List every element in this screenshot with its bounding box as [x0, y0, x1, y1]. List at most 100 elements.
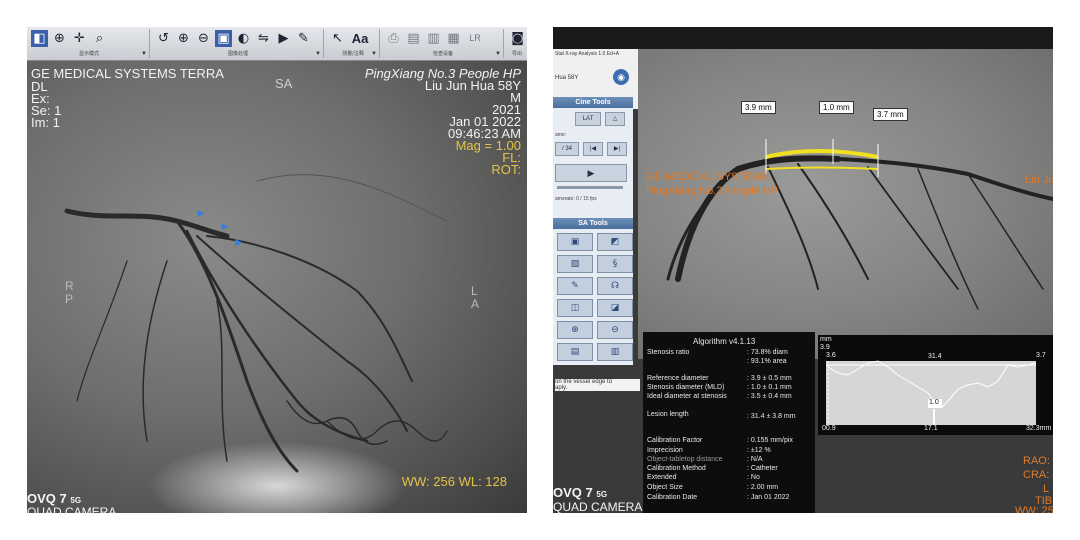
contour-icon[interactable]: ▧ [557, 255, 593, 273]
segment-edit-icon[interactable]: ◪ [597, 299, 633, 317]
viewer-toolbar: ◧ ⊕ ✛ ⌕ 显示模式 ▼ ↺ ⊕ ⊖ ▣ ◐ ⇋ ▶ ✎ 图像处理 ▼ ↖ … [27, 27, 527, 61]
view-label: SA [275, 76, 293, 91]
hospital-label: PingXiang No.3 People HP [646, 185, 779, 197]
annotate-icon[interactable]: ✎ [295, 30, 312, 47]
chevron-down-icon[interactable]: ▼ [141, 51, 147, 57]
patient-label: Liu Jun Hua 58Y [424, 78, 521, 93]
orientation-p: P [65, 292, 74, 306]
diameter-profile-graph: mm 3.9 3.6 31.4 3.7 1.0 00.9 17.1 32.3mm [818, 335, 1053, 435]
calib-label: Imprecision [647, 447, 683, 454]
last-frame-icon[interactable]: ▶| [607, 142, 627, 156]
toolbar-group-export: ◙ 导出 [507, 29, 527, 58]
report-icon[interactable]: ▤ [557, 343, 593, 361]
monitor-bezel [553, 27, 1053, 49]
toolbar-group-label: 导出 [511, 51, 522, 57]
ideal-diameter-value: : 3.5 ± 0.4 mm [747, 393, 792, 400]
reference-diameter-value: : 3.9 ± 0.5 mm [747, 375, 792, 382]
lesion-length-label: Lesion length [647, 411, 689, 418]
play-icon[interactable]: ▶ [275, 30, 292, 47]
phone-brand-watermark: OVQ 7 5G [27, 491, 81, 506]
image-label: Im: 1 [31, 115, 60, 130]
lr-toggle[interactable]: LR [465, 30, 485, 47]
zoom-in-icon[interactable]: ⊕ [175, 30, 192, 47]
calib-label: Calibration Factor [647, 437, 703, 444]
frame-label: ame: [555, 132, 567, 138]
l-label: L [1043, 483, 1050, 495]
hint-text: on the vessel edge to aply. [555, 379, 640, 391]
app-title: Stat X-ray Analysis 1.0 Ed+A [555, 51, 620, 57]
zoom-out-icon[interactable]: ⊖ [597, 321, 633, 339]
calib-value: : Jan 01 2022 [747, 494, 790, 501]
frame-input[interactable]: / 34 [555, 142, 579, 156]
orientation-a: A [471, 297, 480, 311]
edge-detect-icon[interactable]: ◩ [597, 233, 633, 251]
measurement-label-left-ref: 3.9 mm [741, 101, 776, 114]
chevron-down-icon[interactable]: ▼ [371, 51, 377, 57]
chevron-down-icon[interactable]: ▼ [315, 51, 321, 57]
play-icon[interactable]: ▶ [555, 164, 627, 182]
cine-slider[interactable] [557, 186, 623, 189]
watermark-network: 5G [70, 496, 82, 505]
fit-icon[interactable]: ▣ [215, 30, 232, 47]
reference-diameter-label: Reference diameter [647, 375, 709, 382]
ww-label: WW: 25 [1015, 505, 1053, 513]
ideal-diameter-label: Ideal diameter at stenosis [647, 393, 727, 400]
print-icon[interactable]: ⎙ [385, 30, 402, 47]
framerate-label: amerate: 0 / 15 fps [555, 196, 597, 202]
select-region-icon[interactable]: ▣ [557, 233, 593, 251]
chevron-down-icon[interactable]: ▼ [495, 51, 501, 57]
cra-label: CRA: 4 [1023, 469, 1053, 481]
edit-edge-icon[interactable]: ✎ [557, 277, 593, 295]
patient-label-partial: Liu Ju [1025, 174, 1053, 186]
segment-icon[interactable]: ◫ [557, 299, 593, 317]
manufacturer-label: GE MEDICAL SYSTEMS [646, 171, 770, 183]
stenosis-area-value: : 93.1% area [747, 358, 787, 365]
film-icon[interactable]: ▤ [405, 30, 422, 47]
pan-icon[interactable]: ✛ [71, 30, 88, 47]
graph-x-end: 32.3mm [1026, 425, 1052, 432]
watermark-brand: OVQ 7 [553, 485, 593, 500]
calib-label: Calibration Date [647, 494, 698, 501]
layout-icon[interactable]: ▦ [445, 30, 462, 47]
arrow-marker-icon: ► [233, 235, 245, 249]
analysis-angiogram [638, 49, 1053, 359]
quad-camera-watermark: QUAD CAMERA [553, 500, 643, 513]
zoom-area-icon[interactable]: ⌕ [91, 30, 108, 47]
calib-value: : 0.155 mm/pix [747, 437, 793, 444]
arrow-marker-icon: ► [195, 206, 207, 220]
save-icon[interactable]: ▥ [597, 343, 633, 361]
measure-line-icon[interactable]: ↖ [329, 30, 346, 47]
window-level-icon[interactable]: ◧ [31, 30, 48, 47]
toolbar-group-measure: ↖ Aa 测量/注释 ▼ [327, 29, 380, 58]
toolbar-group-display: ◧ ⊕ ✛ ⌕ 显示模式 ▼ [29, 29, 150, 58]
camera-icon[interactable]: ◙ [509, 30, 526, 47]
lat-button[interactable]: LAT [575, 112, 601, 126]
zoom-out-icon[interactable]: ⊖ [195, 30, 212, 47]
zoom-in-icon[interactable]: ⊕ [557, 321, 593, 339]
left-monitor-photo: ◧ ⊕ ✛ ⌕ 显示模式 ▼ ↺ ⊕ ⊖ ▣ ◐ ⇋ ▶ ✎ 图像处理 ▼ ↖ … [27, 27, 527, 513]
vessel-path-icon[interactable]: § [597, 255, 633, 273]
flip-icon[interactable]: ⇋ [255, 30, 272, 47]
calib-label: Calibration Method [647, 465, 706, 472]
calib-label: Object-tabletop distance [647, 456, 723, 463]
lesion-length-value: : 31.4 ± 3.8 mm [747, 413, 796, 420]
cine-tools-header: Cine Tools [553, 97, 633, 108]
toolbar-group-label: 显示模式 [78, 51, 99, 57]
rotate-icon[interactable]: ↺ [155, 30, 172, 47]
text-annotation-icon[interactable]: Aa [349, 30, 371, 47]
app-logo-icon: ◉ [613, 69, 629, 85]
invert-icon[interactable]: ◐ [235, 30, 252, 47]
catheter-icon[interactable]: ☊ [597, 277, 633, 295]
calib-label: Object Size [647, 484, 683, 491]
calib-value: : 2.00 mm [747, 484, 779, 491]
first-frame-icon[interactable]: |◀ [583, 142, 603, 156]
toolbar-group-device: ⎙ ▤ ▥ ▦ LR 检查设备 ▼ [383, 29, 504, 58]
calibration-panel: Calibration Factor : 0.155 mm/pix Imprec… [643, 435, 815, 513]
toolbar-group-image: ↺ ⊕ ⊖ ▣ ◐ ⇋ ▶ ✎ 图像处理 ▼ [153, 29, 324, 58]
warning-icon[interactable]: △ [605, 112, 625, 126]
film-icon[interactable]: ▥ [425, 30, 442, 47]
measurement-label-right-ref: 3.7 mm [873, 108, 908, 121]
analysis-vessels [666, 139, 1053, 310]
watermark-brand: OVQ 7 [27, 491, 67, 506]
magnify-icon[interactable]: ⊕ [51, 30, 68, 47]
